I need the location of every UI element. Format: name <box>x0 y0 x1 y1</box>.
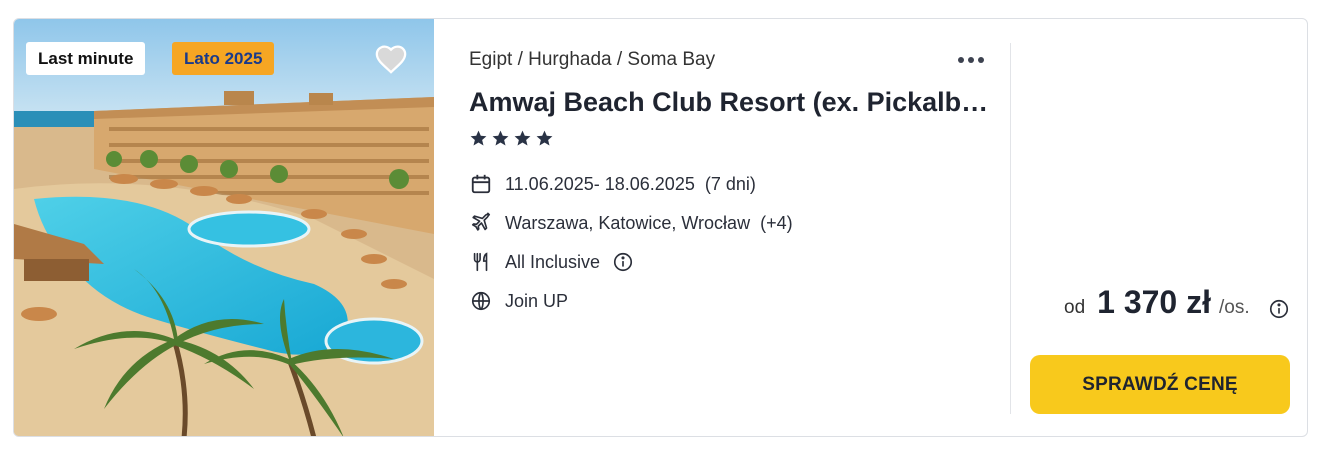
hotel-rating-stars <box>469 129 554 148</box>
price-prefix: od <box>1064 297 1086 318</box>
more-dots-icon <box>958 57 964 63</box>
last-minute-badge: Last minute <box>26 42 146 75</box>
offer-details: Egipt / Hurghada / Soma Bay Amwaj Beach … <box>469 19 1009 436</box>
departure-row: Warszawa, Katowice, Wrocław (+4) <box>469 210 793 236</box>
location-breadcrumb[interactable]: Egipt / Hurghada / Soma Bay <box>469 49 715 71</box>
more-options-button[interactable] <box>953 45 989 75</box>
heart-icon <box>375 45 407 74</box>
favorite-button[interactable] <box>374 42 408 74</box>
hotel-name[interactable]: Amwaj Beach Club Resort (ex. Pickalbatro… <box>469 87 989 118</box>
dates-row: 11.06.2025- 18.06.2025 (7 dni) <box>469 171 756 197</box>
program-row: Join UP <box>469 288 568 314</box>
star-icon <box>492 130 509 146</box>
star-icon <box>536 130 553 146</box>
departure-more[interactable]: (+4) <box>760 213 793 234</box>
airplane-icon <box>469 211 493 235</box>
departure-airports: Warszawa, Katowice, Wrocław <box>505 212 751 233</box>
star-icon <box>514 130 531 146</box>
calendar-icon <box>469 172 493 196</box>
star-icon <box>470 130 487 146</box>
hotel-photo-image <box>14 19 434 436</box>
section-divider <box>1010 43 1011 414</box>
offer-card[interactable]: Last minute Lato 2025 Egipt / Hurghada /… <box>13 18 1308 437</box>
price-suffix: /os. <box>1219 297 1250 318</box>
board-type: All Inclusive <box>505 251 601 272</box>
season-badge: Lato 2025 <box>172 42 275 75</box>
hotel-photo[interactable] <box>14 19 434 436</box>
info-icon[interactable] <box>612 251 634 273</box>
price-amount: 1 370 zł <box>1097 284 1211 320</box>
board-row: All Inclusive <box>469 249 634 275</box>
price-info-icon[interactable] <box>1268 298 1290 320</box>
cutlery-icon <box>469 250 493 274</box>
tour-operator: Join UP <box>505 290 569 311</box>
check-price-button[interactable]: SPRAWDŹ CENĘ <box>1030 355 1290 414</box>
trip-duration: (7 dni) <box>704 173 756 194</box>
travel-dates: 11.06.2025- 18.06.2025 <box>505 173 695 194</box>
globe-icon <box>469 289 493 313</box>
